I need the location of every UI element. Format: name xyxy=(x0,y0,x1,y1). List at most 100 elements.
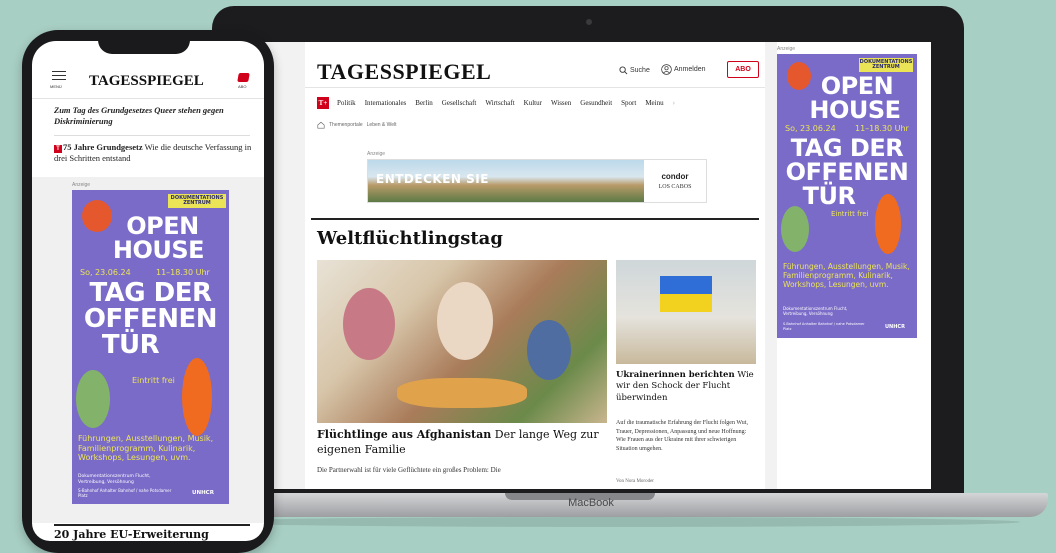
side-headline-bold: Ukrainerinnen berichten xyxy=(616,370,735,380)
poster-time: 11–18.30 Uhr xyxy=(156,268,210,277)
login-label: Anmelden xyxy=(674,66,706,73)
nav-item-meinung[interactable]: Meinu xyxy=(645,99,663,107)
laptop-screen: TAGESSPIEGEL Suche Anmelden ABO T+ Polit… xyxy=(229,42,931,489)
divider xyxy=(54,135,250,136)
main-nav: T+ Politik Internationales Berlin Gesell… xyxy=(305,92,765,114)
main-headline-bold: Flüchtlinge aus Afghanistan xyxy=(317,428,492,441)
menu-icon[interactable] xyxy=(52,71,66,83)
breadcrumb: Themenportale Leben & Welt xyxy=(317,121,397,129)
poster-activities: Führungen, Ausstellungen, Musik, Familie… xyxy=(783,262,910,289)
poster-house: HOUSE xyxy=(809,96,901,124)
poster-address: S-Bahnhof Anhalter Bahnhof / nahe Potsda… xyxy=(78,488,172,499)
home-icon[interactable] xyxy=(317,121,325,129)
nav-item-kultur[interactable]: Kultur xyxy=(524,99,542,107)
nav-item-wirtschaft[interactable]: Wirtschaft xyxy=(485,99,514,107)
poster-address: S-Bahnhof Anhalter Bahnhof / nahe Potsda… xyxy=(783,322,865,331)
chevron-right-icon[interactable]: › xyxy=(673,99,675,107)
poster-activities: Führungen, Ausstellungen, Musik, Familie… xyxy=(78,434,214,463)
section-rule xyxy=(54,524,250,526)
nav-item-internationales[interactable]: Internationales xyxy=(365,99,407,107)
article-column: TAGESSPIEGEL Suche Anmelden ABO T+ Polit… xyxy=(305,42,765,489)
poster-house: HOUSE xyxy=(112,236,205,264)
tplus-badge: T xyxy=(54,145,62,153)
side-article-image[interactable] xyxy=(616,260,756,364)
illustration-figure xyxy=(875,194,901,254)
poster-tag: DOKUMENTATIONS ZENTRUM xyxy=(168,194,226,208)
nav-item-gesundheit[interactable]: Gesundheit xyxy=(580,99,612,107)
main-article-teaser: Die Partnerwahl ist für viele Geflüchtet… xyxy=(317,466,501,474)
breadcrumb-item[interactable]: Themenportale xyxy=(329,122,363,128)
teaser-bold: Zum Tag des Grundgesetzes xyxy=(54,105,153,115)
poster-date: So, 23.06.24 xyxy=(80,268,131,277)
main-article-headline[interactable]: Flüchtlinge aus Afghanistan Der lange We… xyxy=(317,428,607,458)
unhcr-logo: UNHCR xyxy=(885,324,905,330)
ad-label: Anzeige xyxy=(72,182,91,188)
abo-label[interactable]: ABO xyxy=(238,84,246,89)
poster-entry: Eintritt frei xyxy=(831,210,869,218)
teaser-bold: 75 Jahre Grundgesetz xyxy=(63,142,143,152)
mobile-poster-ad[interactable]: DOKUMENTATIONS ZENTRUM OPEN HOUSE So, 23… xyxy=(72,190,229,504)
side-article-author: Von Nora Moroder xyxy=(616,479,654,484)
gutter-right xyxy=(765,42,777,489)
section-title[interactable]: Weltflüchtlingstag xyxy=(317,228,503,249)
poster-offenen: OFFENEN xyxy=(785,158,909,186)
poster-tag-der: TAG DER xyxy=(790,134,904,162)
poster-open: OPEN xyxy=(126,212,199,240)
macbook-label: MacBook xyxy=(568,497,614,509)
nav-item-politik[interactable]: Politik xyxy=(337,99,356,107)
ad-label: Anzeige xyxy=(367,151,386,157)
ad-label: Anzeige xyxy=(777,46,796,52)
banner-photo: ENTDECKEN SIE xyxy=(368,160,644,202)
camera-icon xyxy=(586,19,592,25)
illustration-figure xyxy=(781,206,809,252)
tplus-badge[interactable]: T+ xyxy=(317,97,329,109)
banner-text: ENTDECKEN SIE xyxy=(376,172,489,186)
condor-logo: condor xyxy=(661,172,689,181)
breadcrumb-item[interactable]: Leben & Welt xyxy=(367,122,397,128)
search-button[interactable]: Suche xyxy=(619,66,650,75)
side-article-teaser: Auf die traumatische Erfahrung der Fluch… xyxy=(616,420,748,453)
site-logo[interactable]: TAGESSPIEGEL xyxy=(89,73,204,90)
nav-item-gesellschaft[interactable]: Gesellschaft xyxy=(442,99,477,107)
menu-label[interactable]: MENÜ xyxy=(50,84,62,89)
main-article-image[interactable] xyxy=(317,260,607,423)
abo-button[interactable]: ABO xyxy=(727,61,759,78)
person-figure xyxy=(343,288,395,360)
los-cabos-logo: LOS CABOS xyxy=(658,184,692,190)
ukraine-flag-icon xyxy=(660,276,712,312)
nav-item-berlin[interactable]: Berlin xyxy=(415,99,433,107)
site-header: TAGESSPIEGEL Suche Anmelden ABO xyxy=(305,42,765,88)
section-rule xyxy=(311,218,759,220)
poster-time: 11–18.30 Uhr xyxy=(855,124,909,133)
poster-open: OPEN xyxy=(820,72,894,100)
search-icon xyxy=(619,66,628,75)
banner-brand: condor LOS CABOS xyxy=(644,160,706,202)
banner-ad[interactable]: ENTDECKEN SIE condor LOS CABOS xyxy=(367,159,707,203)
phone-notch xyxy=(98,30,190,54)
laptop-shadow xyxy=(200,517,1020,527)
poster-date: So, 23.06.24 xyxy=(785,124,836,133)
poster-offenen: OFFENEN xyxy=(83,304,218,334)
poster-tag-der: TAG DER xyxy=(89,278,212,308)
person-figure xyxy=(527,320,571,380)
nav-item-wissen[interactable]: Wissen xyxy=(551,99,571,107)
site-logo[interactable]: TAGESSPIEGEL xyxy=(317,59,491,85)
poster-entry: Eintritt frei xyxy=(132,376,175,385)
food-table xyxy=(397,378,527,408)
teaser-75-jahre[interactable]: T 75 Jahre Grundgesetz Wie die deutsche V… xyxy=(54,142,254,164)
abo-icon[interactable] xyxy=(237,73,250,82)
login-button[interactable]: Anmelden xyxy=(661,64,706,75)
poster-tag: DOKUMENTATIONS ZENTRUM xyxy=(859,58,913,72)
skyscraper-ad[interactable]: DOKUMENTATIONS ZENTRUM OPEN HOUSE So, 23… xyxy=(777,54,917,338)
poster-org: Dokumentationszentrum Flucht, Vertreibun… xyxy=(78,474,151,485)
nav-item-sport[interactable]: Sport xyxy=(621,99,636,107)
section-title[interactable]: 20 Jahre EU-Erweiterung xyxy=(54,528,209,541)
teaser-grundgesetz-queer[interactable]: Zum Tag des Grundgesetzes Queer stehen g… xyxy=(54,105,254,127)
phone-screen: MENÜ TAGESSPIEGEL ABO Zum Tag des Grundg… xyxy=(32,41,264,541)
user-icon xyxy=(661,64,672,75)
illustration-figure xyxy=(182,358,212,436)
illustration-figure xyxy=(76,370,110,428)
side-article-headline[interactable]: Ukrainerinnen berichten Wie wir den Scho… xyxy=(616,370,756,404)
unhcr-logo: UNHCR xyxy=(192,490,214,496)
search-label: Suche xyxy=(630,67,650,74)
